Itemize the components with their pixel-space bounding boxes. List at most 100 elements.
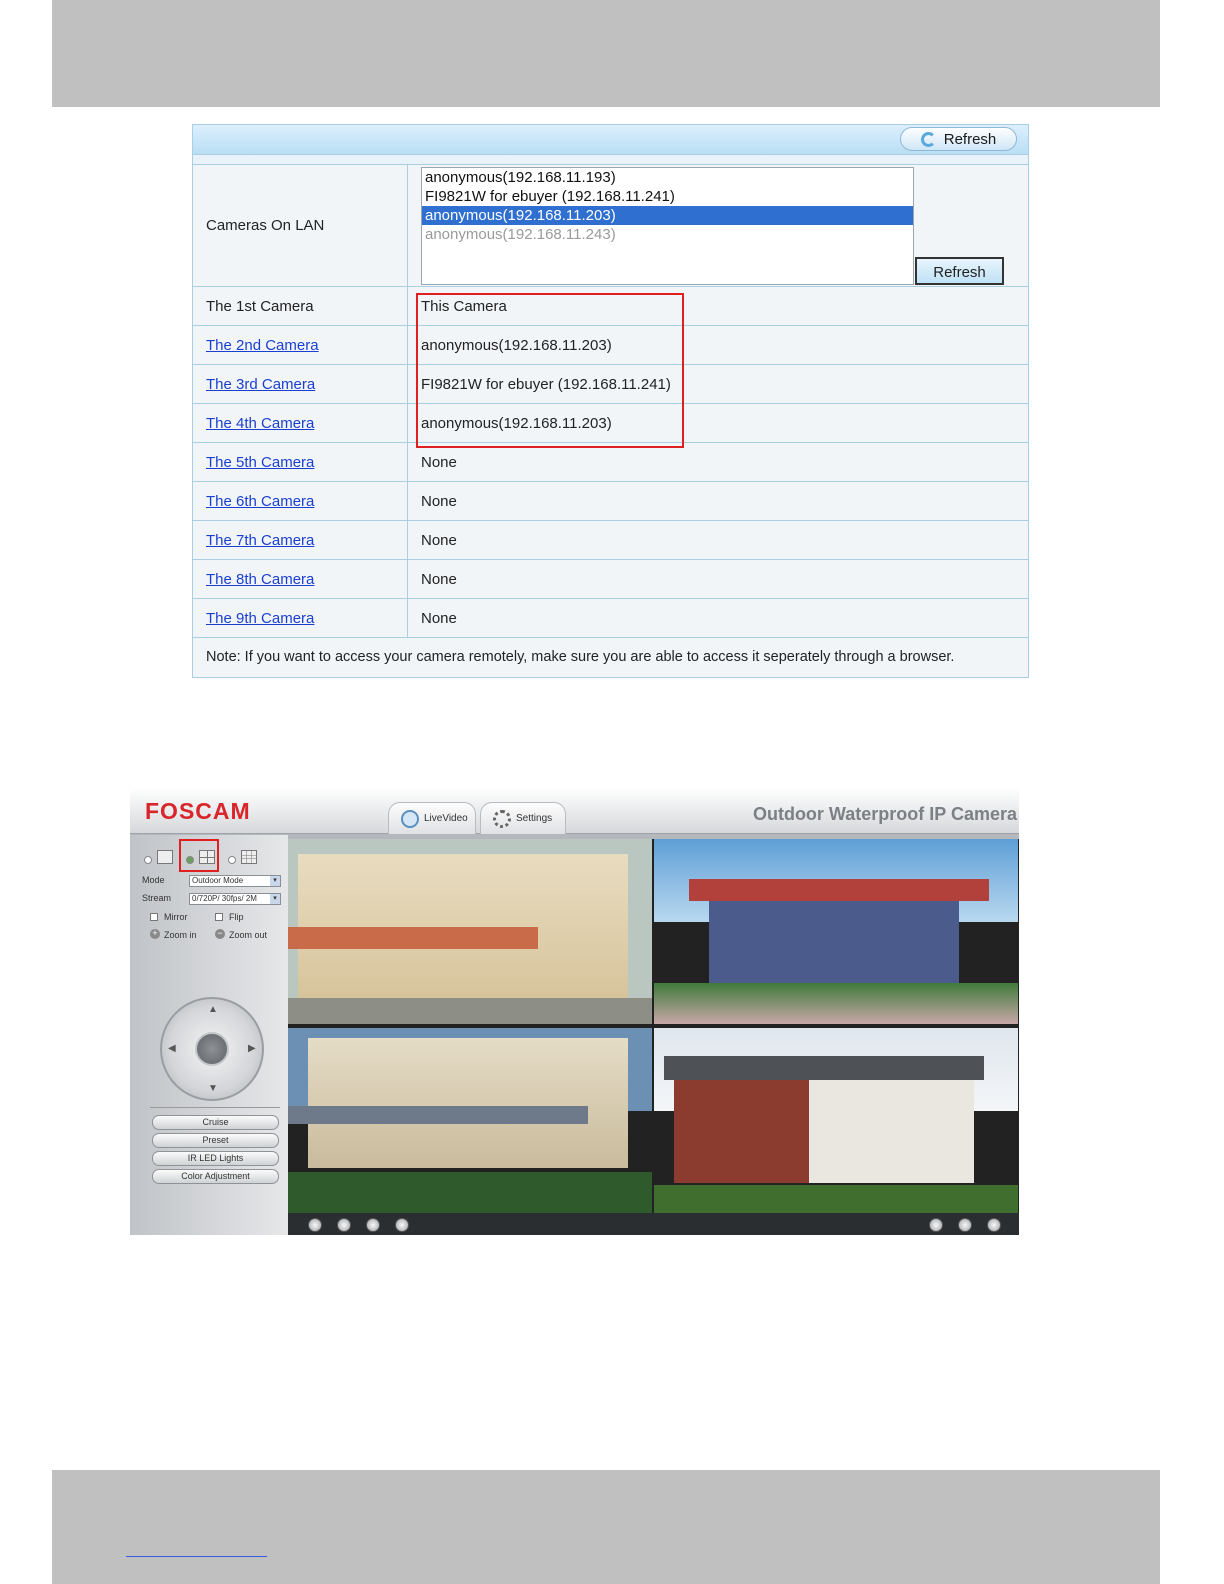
camera-link-3[interactable]: The 3rd Camera (206, 376, 315, 393)
layout-1-icon (157, 850, 173, 864)
preset-button[interactable]: Preset (152, 1133, 279, 1148)
toolbar-refresh-label: Refresh (943, 130, 997, 148)
stream-value: 0/720P/ 30fps/ 2M (192, 894, 257, 903)
tab-live-video[interactable]: LiveVideo (388, 802, 476, 834)
lan-list-item[interactable]: anonymous(192.168.11.193) (422, 168, 913, 187)
zoom-in-label[interactable]: Zoom in (164, 930, 197, 940)
camera-row-value: None (421, 571, 457, 588)
house-image (709, 894, 959, 994)
mirror-checkbox[interactable] (150, 913, 158, 921)
camera-row-5: The 5th Camera None (193, 443, 1028, 482)
foscam-logo: FOSCAM (145, 798, 251, 824)
layout-9-radio[interactable] (228, 856, 236, 864)
layout-highlight-box (179, 839, 219, 872)
lan-camera-list[interactable]: anonymous(192.168.11.193) FI9821W for eb… (421, 167, 914, 285)
video-cell-4[interactable] (654, 1028, 1018, 1213)
house-image (308, 1038, 628, 1168)
color-adjustment-button[interactable]: Color Adjustment (152, 1169, 279, 1184)
tab-settings[interactable]: Settings (480, 802, 566, 834)
lan-list-item[interactable]: anonymous(192.168.11.243) (422, 225, 913, 244)
toolbar-refresh-button[interactable]: Refresh (900, 127, 1017, 151)
ptz-left-arrow-icon[interactable]: ◀ (168, 1043, 176, 1054)
ground-image (288, 1172, 652, 1213)
video-cell-1[interactable] (288, 839, 652, 1024)
camera-title: Outdoor Waterproof IP Camera (752, 804, 1017, 824)
camera-link-6[interactable]: The 6th Camera (206, 493, 314, 510)
ground-image (288, 998, 652, 1024)
camera-row-value: None (421, 454, 457, 471)
camera-link-8[interactable]: The 8th Camera (206, 571, 314, 588)
multi-device-panel: Refresh Cameras On LAN anonymous(192.168… (192, 124, 1029, 678)
camera-link-9[interactable]: The 9th Camera (206, 610, 314, 627)
camera-top-bar: FOSCAM LiveVideo Settings Outdoor Waterp… (130, 788, 1019, 834)
chevron-down-icon: ▾ (270, 876, 280, 886)
ground-image (654, 983, 1018, 1024)
layout-1-radio[interactable] (144, 856, 152, 864)
flip-checkbox[interactable] (215, 913, 223, 921)
camera-row-value: None (421, 610, 457, 627)
fullscreen-icon[interactable] (987, 1218, 1001, 1232)
camera-link-4[interactable]: The 4th Camera (206, 415, 314, 432)
remote-access-note: Note: If you want to access your camera … (206, 649, 955, 665)
stream-select[interactable]: 0/720P/ 30fps/ 2M ▾ (189, 893, 281, 905)
zoom-out-label[interactable]: Zoom out (229, 930, 267, 940)
ir-led-lights-button[interactable]: IR LED Lights (152, 1151, 279, 1166)
camera-row-value: None (421, 532, 457, 549)
video-control-bar (288, 1213, 1019, 1235)
camera-row-7: The 7th Camera None (193, 521, 1028, 560)
gear-icon (493, 809, 511, 828)
camera-row-9: The 9th Camera None (193, 599, 1028, 638)
lan-refresh-button[interactable]: Refresh (915, 257, 1004, 285)
video-grid[interactable] (288, 839, 1019, 1213)
ptz-control-wheel[interactable]: ▲ ▼ ◀ ▶ (160, 997, 264, 1101)
video-cell-3[interactable] (288, 1028, 652, 1213)
highlight-box (416, 293, 684, 448)
camera-row-value: None (421, 493, 457, 510)
video-cell-2[interactable] (654, 839, 1018, 1024)
lan-list-item[interactable]: FI9821W for ebuyer (192.168.11.241) (422, 187, 913, 206)
note-row: Note: If you want to access your camera … (193, 638, 1028, 678)
mode-value: Outdoor Mode (192, 876, 244, 885)
chevron-down-icon: ▾ (270, 894, 280, 904)
ground-image (654, 1185, 1018, 1213)
camera-link-2[interactable]: The 2nd Camera (206, 337, 319, 354)
ptz-home-icon[interactable] (195, 1032, 229, 1066)
snapshot-icon[interactable] (929, 1218, 943, 1232)
mirror-label: Mirror (164, 912, 188, 922)
sidebar-divider (150, 1107, 280, 1108)
lan-list-item-selected[interactable]: anonymous(192.168.11.203) (422, 206, 913, 225)
zoom-in-icon[interactable]: + (150, 929, 160, 939)
mode-select[interactable]: Outdoor Mode ▾ (189, 875, 281, 887)
panel-toolbar: Refresh (193, 125, 1028, 165)
stream-label: Stream (142, 893, 172, 903)
footer-link-underline[interactable] (126, 1556, 267, 1557)
play-icon[interactable] (308, 1218, 322, 1232)
talk-icon[interactable] (395, 1218, 409, 1232)
camera-live-ui: FOSCAM LiveVideo Settings Outdoor Waterp… (130, 788, 1019, 1235)
control-sidebar: Mode Outdoor Mode ▾ Stream 0/720P/ 30fps… (130, 835, 288, 1235)
camera-link-7[interactable]: The 7th Camera (206, 532, 314, 549)
cruise-button[interactable]: Cruise (152, 1115, 279, 1130)
page-header-band (52, 0, 1160, 107)
zoom-out-icon[interactable]: − (215, 929, 225, 939)
ptz-up-arrow-icon[interactable]: ▲ (208, 1004, 218, 1015)
mode-label: Mode (142, 875, 165, 885)
house-image (674, 1073, 974, 1183)
camera-row-6: The 6th Camera None (193, 482, 1028, 521)
tab-settings-label: Settings (516, 813, 553, 824)
flip-label: Flip (229, 912, 244, 922)
record-icon[interactable] (958, 1218, 972, 1232)
cameras-on-lan-label: Cameras On LAN (206, 217, 325, 234)
audio-icon[interactable] (366, 1218, 380, 1232)
tab-live-video-label: LiveVideo (424, 813, 468, 824)
webcam-icon (401, 809, 419, 828)
ptz-down-arrow-icon[interactable]: ▼ (208, 1083, 218, 1094)
stop-icon[interactable] (337, 1218, 351, 1232)
roof-image (288, 1106, 588, 1124)
layout-9-icon (241, 850, 257, 864)
camera-row-label: The 1st Camera (206, 298, 314, 315)
ptz-right-arrow-icon[interactable]: ▶ (248, 1043, 256, 1054)
roof-image (664, 1056, 984, 1080)
camera-link-5[interactable]: The 5th Camera (206, 454, 314, 471)
page-footer-band (52, 1470, 1160, 1584)
